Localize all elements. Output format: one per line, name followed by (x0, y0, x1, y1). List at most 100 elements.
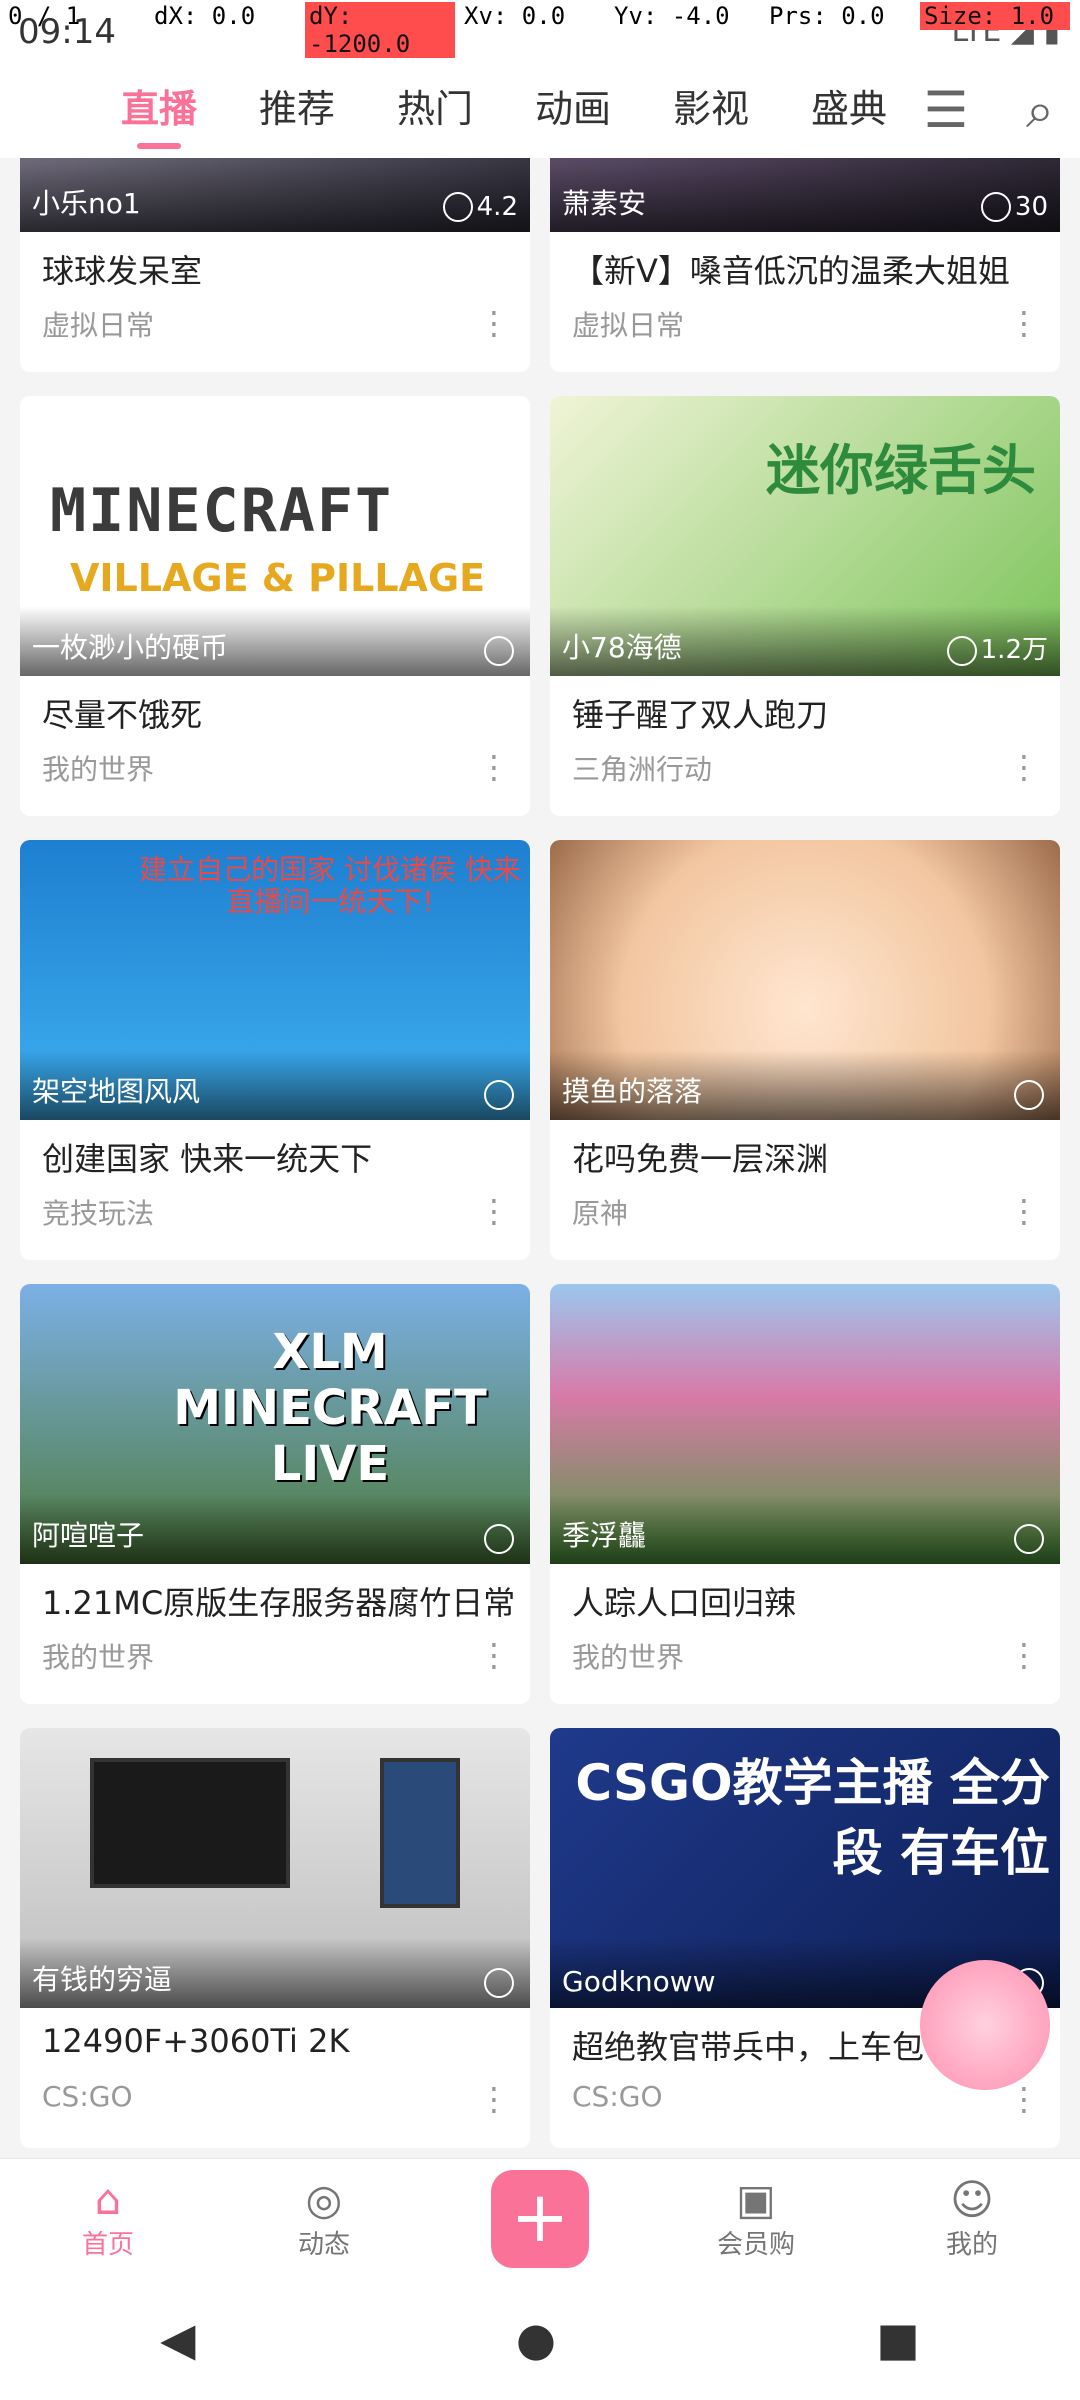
room-category[interactable]: 竞技玩法 (42, 1192, 154, 1232)
room-category[interactable]: 虚拟日常 (42, 304, 154, 344)
nav-publish[interactable]: + (432, 2159, 648, 2278)
live-room-card[interactable]: 建立自己的国家 讨伐诸侯 快来直播间一统天下! 架空地图风风 创建国家 快来一统… (20, 840, 530, 1260)
room-category[interactable]: 三角洲行动 (572, 748, 712, 788)
debug-dy: dY: -1200.0 (305, 2, 455, 58)
room-thumbnail[interactable]: 季浮龘 (550, 1284, 1060, 1564)
nav-dynamic-label: 动态 (297, 2230, 350, 2260)
viewer-icon (484, 636, 514, 666)
room-thumbnail[interactable]: 萧素安 30 (550, 158, 1060, 232)
room-thumbnail[interactable]: 摸鱼的落落 (550, 840, 1060, 1120)
more-options-icon[interactable]: ⋮ (478, 1192, 510, 1232)
room-title: 【新V】嗓音低沉的温柔大姐姐 (572, 252, 1010, 290)
nav-shop[interactable]: ▣ 会员购 (648, 2159, 864, 2278)
room-category[interactable]: 我的世界 (42, 1636, 154, 1676)
live-room-card[interactable]: XLM MINECRAFT LIVE 阿喧喧子 1.21MC原版生存服务器腐竹日… (20, 1284, 530, 1704)
room-title: 花吗免费一层深渊 (572, 1140, 829, 1178)
room-meta: 虚拟日常 ⋮ (550, 294, 1060, 344)
bottom-navigation: ⌂ 首页 ◎ 动态 + ▣ 会员购 ☺ 我的 (0, 2158, 1080, 2278)
more-options-icon[interactable]: ⋮ (478, 1636, 510, 1676)
more-options-icon[interactable]: ⋮ (1008, 1636, 1040, 1676)
room-meta: 竞技玩法 ⋮ (20, 1182, 530, 1232)
room-thumbnail[interactable]: 有钱的穷逼 (20, 1728, 530, 2008)
room-category[interactable]: 我的世界 (572, 1636, 684, 1676)
back-icon[interactable]: ◀ (160, 2312, 195, 2366)
viewer-count (1014, 1080, 1048, 1110)
more-options-icon[interactable]: ⋮ (1008, 1192, 1040, 1232)
live-room-feed[interactable]: 小乐no1 4.2 球球发呆室 虚拟日常 ⋮ 萧素安 30 【新V】嗓音低沉的温… (0, 158, 1080, 2158)
search-icon[interactable]: ⌕ (1010, 81, 1070, 140)
room-title: 12490F+3060Ti 2K (42, 2022, 350, 2060)
debug-xv: Xv: 0.0 (464, 2, 566, 30)
tab-film[interactable]: 影视 (642, 78, 780, 143)
viewer-count (1014, 1524, 1048, 1554)
recents-icon[interactable]: ■ (876, 2312, 919, 2366)
viewer-count: 1.2万 (946, 629, 1048, 666)
home-button-icon[interactable]: ● (516, 2312, 556, 2366)
room-category[interactable]: 虚拟日常 (572, 304, 684, 344)
more-options-icon[interactable]: ⋮ (478, 304, 510, 344)
thumb-logo-text: MINECRAFT (50, 476, 394, 546)
streamer-name: Godknoww (562, 1965, 716, 1998)
top-tab-bar: 直播 推荐 热门 动画 影视 盛典 ☰ ⌕ (0, 62, 1080, 158)
pointer-location-overlay: 0 / 1 dX: 0.0 dY: -1200.0 Xv: 0.0 Yv: -4… (0, 0, 1080, 58)
room-thumbnail[interactable]: 建立自己的国家 讨伐诸侯 快来直播间一统天下! 架空地图风风 (20, 840, 530, 1120)
room-category[interactable]: CS:GO (572, 2080, 663, 2118)
live-room-card[interactable]: MINECRAFT VILLAGE & PILLAGE 一枚渺小的硬币 尽量不饿死… (20, 396, 530, 816)
nav-dynamic[interactable]: ◎ 动态 (216, 2159, 432, 2278)
tab-hot[interactable]: 热门 (366, 78, 504, 143)
live-room-card[interactable]: 摸鱼的落落 花吗免费一层深渊 原神 ⋮ (550, 840, 1060, 1260)
room-category[interactable]: CS:GO (42, 2080, 133, 2118)
viewer-icon (1014, 1080, 1044, 1110)
streamer-name: 小78海德 (562, 631, 682, 664)
tab-recommend[interactable]: 推荐 (228, 78, 366, 143)
room-title: 锤子醒了双人跑刀 (572, 696, 829, 734)
more-options-icon[interactable]: ⋮ (478, 748, 510, 788)
room-thumbnail[interactable]: 小乐no1 4.2 (20, 158, 530, 232)
tab-spacer (0, 105, 90, 115)
live-room-card[interactable]: 小乐no1 4.2 球球发呆室 虚拟日常 ⋮ (20, 158, 530, 372)
viewer-count-value: 1.2万 (980, 635, 1048, 665)
viewer-icon (484, 1080, 514, 1110)
viewer-count (484, 1524, 518, 1554)
live-room-card[interactable]: 季浮龘 人踪人口回归辣 我的世界 ⋮ (550, 1284, 1060, 1704)
nav-home[interactable]: ⌂ 首页 (0, 2159, 216, 2278)
live-room-card[interactable]: 迷你绿舌头 小78海德 1.2万 锤子醒了双人跑刀 三角洲行动 ⋮ (550, 396, 1060, 816)
room-title: 1.21MC原版生存服务器腐竹日常 (42, 1584, 516, 1622)
nav-mine[interactable]: ☺ 我的 (864, 2159, 1080, 2278)
viewer-icon (484, 1968, 514, 1998)
viewer-icon (1014, 1524, 1044, 1554)
room-meta: 虚拟日常 ⋮ (20, 294, 530, 344)
room-thumbnail[interactable]: MINECRAFT VILLAGE & PILLAGE 一枚渺小的硬币 (20, 396, 530, 676)
live-room-card[interactable]: 萧素安 30 【新V】嗓音低沉的温柔大姐姐 虚拟日常 ⋮ (550, 158, 1060, 372)
debug-dx: dX: 0.0 (154, 2, 256, 30)
room-category[interactable]: 我的世界 (42, 748, 154, 788)
room-title: 尽量不饿死 (42, 696, 203, 734)
streamer-name: 小乐no1 (32, 187, 141, 220)
room-grid: 小乐no1 4.2 球球发呆室 虚拟日常 ⋮ 萧素安 30 【新V】嗓音低沉的温… (20, 158, 1060, 2148)
room-meta: CS:GO ⋮ (20, 2070, 530, 2118)
more-options-icon[interactable]: ⋮ (1008, 748, 1040, 788)
streamer-name: 摸鱼的落落 (562, 1075, 703, 1108)
more-options-icon[interactable]: ⋮ (478, 2080, 510, 2118)
live-room-card[interactable]: 有钱的穷逼 12490F+3060Ti 2K CS:GO ⋮ (20, 1728, 530, 2148)
tab-festival[interactable]: 盛典 (780, 78, 918, 143)
thumb-monitor (90, 1758, 290, 1888)
thumb-overlay-text: 迷你绿舌头 (766, 439, 1036, 502)
more-options-icon[interactable]: ⋮ (1008, 2080, 1040, 2118)
more-options-icon[interactable]: ⋮ (1008, 304, 1040, 344)
tab-anime[interactable]: 动画 (504, 78, 642, 143)
viewer-count (484, 636, 518, 666)
tab-actions: ☰ ⌕ (916, 62, 1070, 158)
shop-icon: ▣ (736, 2175, 776, 2224)
viewer-count: 30 (980, 192, 1048, 222)
menu-icon[interactable]: ☰ (916, 81, 976, 139)
viewer-icon (980, 192, 1011, 222)
room-meta: 三角洲行动 ⋮ (550, 738, 1060, 788)
room-category[interactable]: 原神 (572, 1192, 628, 1232)
floating-mascot-button[interactable] (920, 1960, 1050, 2090)
room-thumbnail[interactable]: XLM MINECRAFT LIVE 阿喧喧子 (20, 1284, 530, 1564)
thumb-sub-text: VILLAGE & PILLAGE (70, 556, 486, 600)
tab-live[interactable]: 直播 (90, 78, 228, 149)
room-thumbnail[interactable]: 迷你绿舌头 小78海德 1.2万 (550, 396, 1060, 676)
viewer-icon (484, 1524, 514, 1554)
